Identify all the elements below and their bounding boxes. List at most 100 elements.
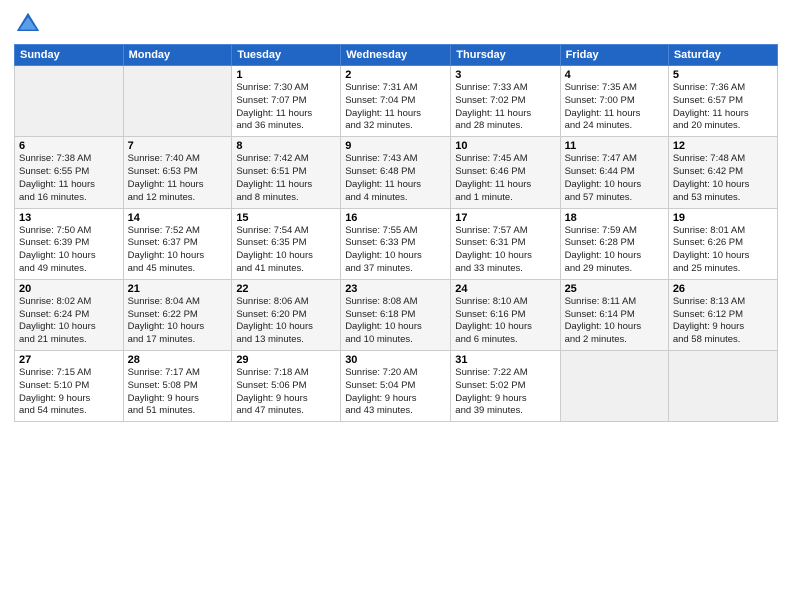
calendar-week-row: 13Sunrise: 7:50 AMSunset: 6:39 PMDayligh… bbox=[15, 208, 778, 279]
calendar-cell: 24Sunrise: 8:10 AMSunset: 6:16 PMDayligh… bbox=[451, 279, 560, 350]
calendar-cell bbox=[15, 66, 124, 137]
day-number: 30 bbox=[345, 354, 446, 366]
logo bbox=[14, 10, 46, 38]
calendar-cell: 2Sunrise: 7:31 AMSunset: 7:04 PMDaylight… bbox=[341, 66, 451, 137]
col-thursday: Thursday bbox=[451, 45, 560, 66]
day-detail: Sunrise: 7:22 AMSunset: 5:02 PMDaylight:… bbox=[455, 367, 555, 418]
page: Sunday Monday Tuesday Wednesday Thursday… bbox=[0, 0, 792, 612]
day-detail: Sunrise: 7:54 AMSunset: 6:35 PMDaylight:… bbox=[236, 225, 336, 276]
day-number: 9 bbox=[345, 140, 446, 152]
calendar-cell: 22Sunrise: 8:06 AMSunset: 6:20 PMDayligh… bbox=[232, 279, 341, 350]
calendar-cell: 15Sunrise: 7:54 AMSunset: 6:35 PMDayligh… bbox=[232, 208, 341, 279]
calendar-cell bbox=[668, 351, 777, 422]
day-number: 27 bbox=[19, 354, 119, 366]
calendar-cell: 4Sunrise: 7:35 AMSunset: 7:00 PMDaylight… bbox=[560, 66, 668, 137]
day-number: 29 bbox=[236, 354, 336, 366]
day-number: 8 bbox=[236, 140, 336, 152]
day-detail: Sunrise: 7:40 AMSunset: 6:53 PMDaylight:… bbox=[128, 153, 228, 204]
day-detail: Sunrise: 7:59 AMSunset: 6:28 PMDaylight:… bbox=[565, 225, 664, 276]
calendar-cell: 8Sunrise: 7:42 AMSunset: 6:51 PMDaylight… bbox=[232, 137, 341, 208]
calendar-week-row: 27Sunrise: 7:15 AMSunset: 5:10 PMDayligh… bbox=[15, 351, 778, 422]
day-detail: Sunrise: 7:50 AMSunset: 6:39 PMDaylight:… bbox=[19, 225, 119, 276]
calendar-header-row: Sunday Monday Tuesday Wednesday Thursday… bbox=[15, 45, 778, 66]
day-number: 15 bbox=[236, 212, 336, 224]
day-detail: Sunrise: 7:30 AMSunset: 7:07 PMDaylight:… bbox=[236, 82, 336, 133]
day-number: 28 bbox=[128, 354, 228, 366]
day-detail: Sunrise: 7:43 AMSunset: 6:48 PMDaylight:… bbox=[345, 153, 446, 204]
calendar-cell: 23Sunrise: 8:08 AMSunset: 6:18 PMDayligh… bbox=[341, 279, 451, 350]
day-detail: Sunrise: 7:45 AMSunset: 6:46 PMDaylight:… bbox=[455, 153, 555, 204]
day-detail: Sunrise: 7:42 AMSunset: 6:51 PMDaylight:… bbox=[236, 153, 336, 204]
day-detail: Sunrise: 8:02 AMSunset: 6:24 PMDaylight:… bbox=[19, 296, 119, 347]
calendar-cell: 9Sunrise: 7:43 AMSunset: 6:48 PMDaylight… bbox=[341, 137, 451, 208]
day-detail: Sunrise: 7:31 AMSunset: 7:04 PMDaylight:… bbox=[345, 82, 446, 133]
day-number: 16 bbox=[345, 212, 446, 224]
day-detail: Sunrise: 7:36 AMSunset: 6:57 PMDaylight:… bbox=[673, 82, 773, 133]
logo-icon bbox=[14, 10, 42, 38]
day-number: 1 bbox=[236, 69, 336, 81]
calendar-cell: 11Sunrise: 7:47 AMSunset: 6:44 PMDayligh… bbox=[560, 137, 668, 208]
day-detail: Sunrise: 7:15 AMSunset: 5:10 PMDaylight:… bbox=[19, 367, 119, 418]
day-detail: Sunrise: 7:47 AMSunset: 6:44 PMDaylight:… bbox=[565, 153, 664, 204]
day-detail: Sunrise: 7:52 AMSunset: 6:37 PMDaylight:… bbox=[128, 225, 228, 276]
day-detail: Sunrise: 7:55 AMSunset: 6:33 PMDaylight:… bbox=[345, 225, 446, 276]
calendar-cell: 25Sunrise: 8:11 AMSunset: 6:14 PMDayligh… bbox=[560, 279, 668, 350]
day-detail: Sunrise: 8:10 AMSunset: 6:16 PMDaylight:… bbox=[455, 296, 555, 347]
calendar-cell: 19Sunrise: 8:01 AMSunset: 6:26 PMDayligh… bbox=[668, 208, 777, 279]
day-number: 20 bbox=[19, 283, 119, 295]
calendar-cell: 28Sunrise: 7:17 AMSunset: 5:08 PMDayligh… bbox=[123, 351, 232, 422]
calendar-table: Sunday Monday Tuesday Wednesday Thursday… bbox=[14, 44, 778, 422]
header bbox=[14, 10, 778, 38]
day-detail: Sunrise: 7:38 AMSunset: 6:55 PMDaylight:… bbox=[19, 153, 119, 204]
day-detail: Sunrise: 7:35 AMSunset: 7:00 PMDaylight:… bbox=[565, 82, 664, 133]
day-number: 24 bbox=[455, 283, 555, 295]
day-detail: Sunrise: 7:20 AMSunset: 5:04 PMDaylight:… bbox=[345, 367, 446, 418]
calendar-cell: 26Sunrise: 8:13 AMSunset: 6:12 PMDayligh… bbox=[668, 279, 777, 350]
day-number: 14 bbox=[128, 212, 228, 224]
calendar-cell: 21Sunrise: 8:04 AMSunset: 6:22 PMDayligh… bbox=[123, 279, 232, 350]
day-number: 5 bbox=[673, 69, 773, 81]
day-detail: Sunrise: 8:13 AMSunset: 6:12 PMDaylight:… bbox=[673, 296, 773, 347]
day-detail: Sunrise: 7:33 AMSunset: 7:02 PMDaylight:… bbox=[455, 82, 555, 133]
calendar-week-row: 20Sunrise: 8:02 AMSunset: 6:24 PMDayligh… bbox=[15, 279, 778, 350]
calendar-cell: 17Sunrise: 7:57 AMSunset: 6:31 PMDayligh… bbox=[451, 208, 560, 279]
day-number: 25 bbox=[565, 283, 664, 295]
calendar-cell: 12Sunrise: 7:48 AMSunset: 6:42 PMDayligh… bbox=[668, 137, 777, 208]
calendar-cell: 3Sunrise: 7:33 AMSunset: 7:02 PMDaylight… bbox=[451, 66, 560, 137]
day-detail: Sunrise: 8:06 AMSunset: 6:20 PMDaylight:… bbox=[236, 296, 336, 347]
day-detail: Sunrise: 7:48 AMSunset: 6:42 PMDaylight:… bbox=[673, 153, 773, 204]
calendar-week-row: 1Sunrise: 7:30 AMSunset: 7:07 PMDaylight… bbox=[15, 66, 778, 137]
day-number: 12 bbox=[673, 140, 773, 152]
calendar-cell: 27Sunrise: 7:15 AMSunset: 5:10 PMDayligh… bbox=[15, 351, 124, 422]
day-detail: Sunrise: 7:17 AMSunset: 5:08 PMDaylight:… bbox=[128, 367, 228, 418]
calendar-cell: 18Sunrise: 7:59 AMSunset: 6:28 PMDayligh… bbox=[560, 208, 668, 279]
calendar-cell: 6Sunrise: 7:38 AMSunset: 6:55 PMDaylight… bbox=[15, 137, 124, 208]
col-wednesday: Wednesday bbox=[341, 45, 451, 66]
day-number: 19 bbox=[673, 212, 773, 224]
calendar-cell: 7Sunrise: 7:40 AMSunset: 6:53 PMDaylight… bbox=[123, 137, 232, 208]
calendar-cell: 31Sunrise: 7:22 AMSunset: 5:02 PMDayligh… bbox=[451, 351, 560, 422]
calendar-cell: 5Sunrise: 7:36 AMSunset: 6:57 PMDaylight… bbox=[668, 66, 777, 137]
calendar-cell bbox=[560, 351, 668, 422]
calendar-cell: 20Sunrise: 8:02 AMSunset: 6:24 PMDayligh… bbox=[15, 279, 124, 350]
calendar-cell bbox=[123, 66, 232, 137]
col-friday: Friday bbox=[560, 45, 668, 66]
calendar-cell: 16Sunrise: 7:55 AMSunset: 6:33 PMDayligh… bbox=[341, 208, 451, 279]
day-detail: Sunrise: 8:11 AMSunset: 6:14 PMDaylight:… bbox=[565, 296, 664, 347]
col-saturday: Saturday bbox=[668, 45, 777, 66]
day-detail: Sunrise: 7:18 AMSunset: 5:06 PMDaylight:… bbox=[236, 367, 336, 418]
day-number: 18 bbox=[565, 212, 664, 224]
col-sunday: Sunday bbox=[15, 45, 124, 66]
day-number: 4 bbox=[565, 69, 664, 81]
day-number: 10 bbox=[455, 140, 555, 152]
day-number: 22 bbox=[236, 283, 336, 295]
day-number: 2 bbox=[345, 69, 446, 81]
calendar-week-row: 6Sunrise: 7:38 AMSunset: 6:55 PMDaylight… bbox=[15, 137, 778, 208]
day-number: 7 bbox=[128, 140, 228, 152]
day-number: 3 bbox=[455, 69, 555, 81]
calendar-cell: 1Sunrise: 7:30 AMSunset: 7:07 PMDaylight… bbox=[232, 66, 341, 137]
calendar-cell: 29Sunrise: 7:18 AMSunset: 5:06 PMDayligh… bbox=[232, 351, 341, 422]
day-detail: Sunrise: 8:08 AMSunset: 6:18 PMDaylight:… bbox=[345, 296, 446, 347]
day-number: 11 bbox=[565, 140, 664, 152]
calendar-cell: 14Sunrise: 7:52 AMSunset: 6:37 PMDayligh… bbox=[123, 208, 232, 279]
